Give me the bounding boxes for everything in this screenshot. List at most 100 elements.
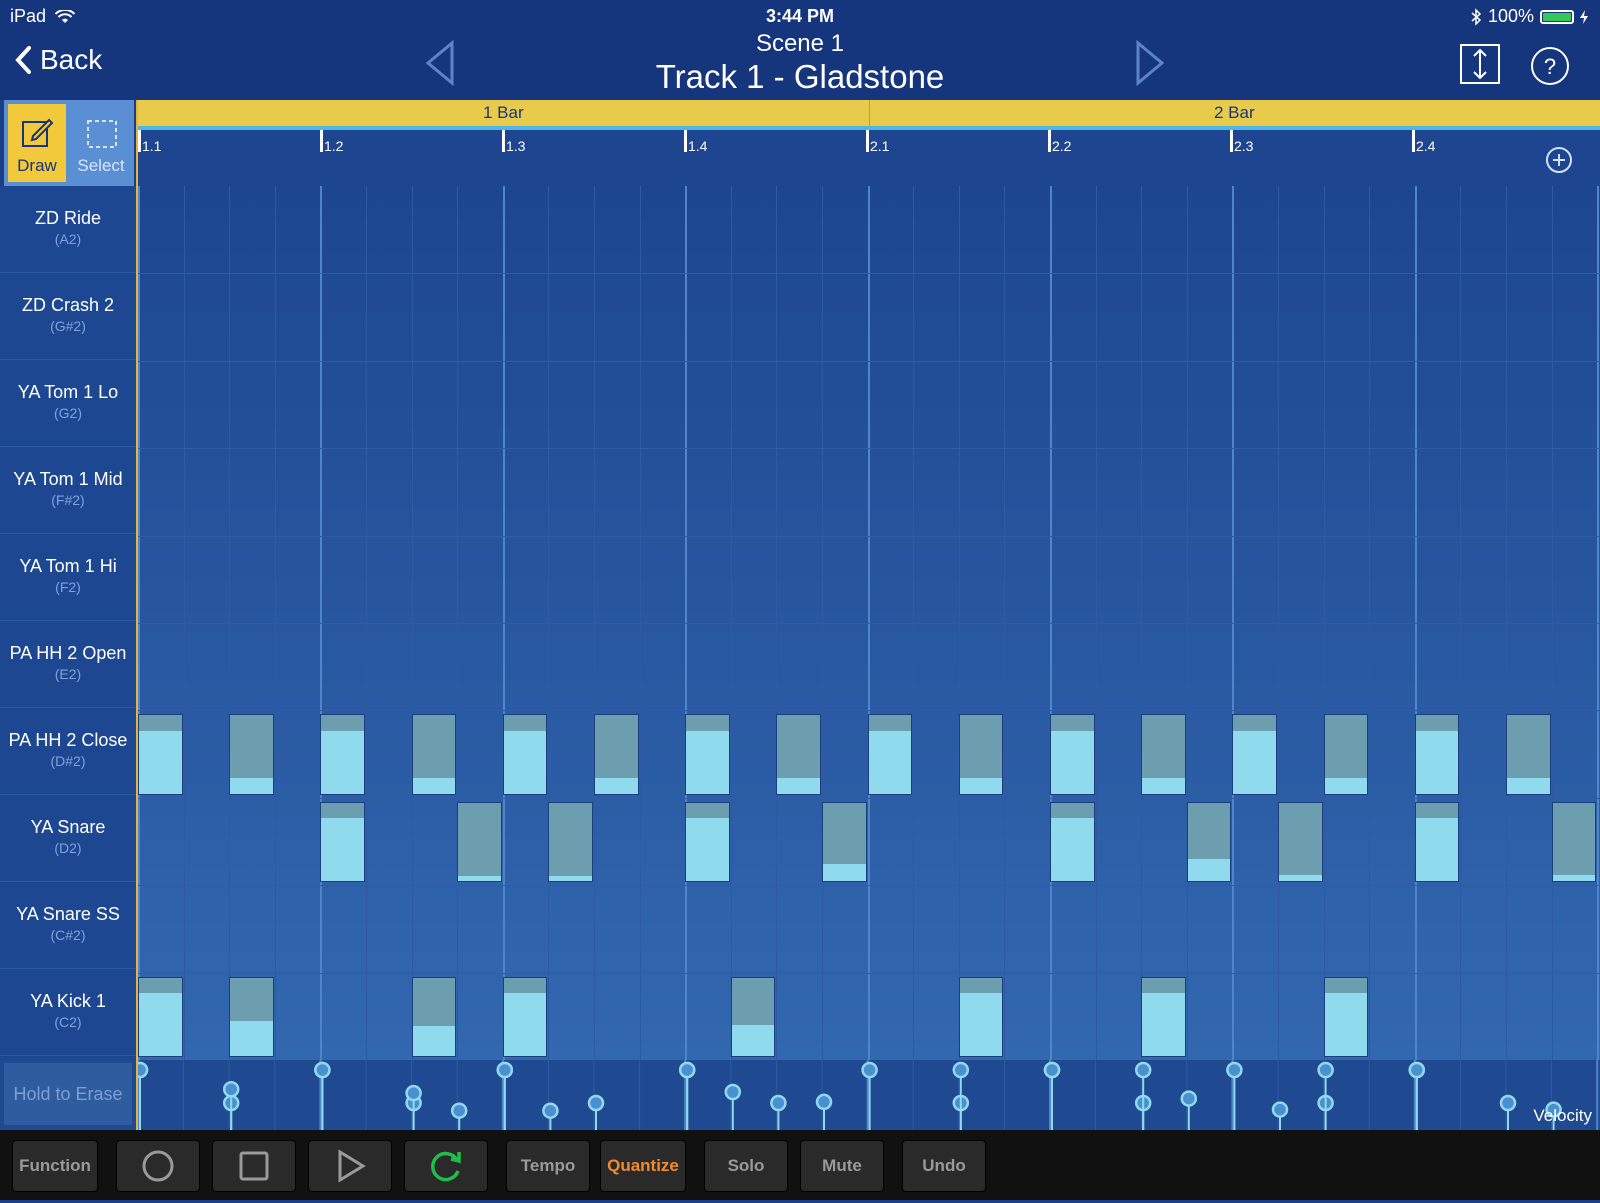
note-block[interactable] [730,976,776,1057]
note-block[interactable] [1323,714,1369,795]
instrument-row[interactable]: PA HH 2 Open (E2) [0,621,136,708]
note-velocity-fill [1142,778,1185,794]
note-block[interactable] [502,976,548,1057]
track-title: Track 1 - Gladstone [655,58,945,95]
note-block[interactable] [1506,714,1551,795]
note-velocity-fill [503,993,547,1056]
note-block[interactable] [411,976,457,1057]
instrument-row[interactable]: PA HH 2 Close (D#2) [0,708,136,795]
velocity-handle[interactable] [587,1094,605,1112]
instrument-row[interactable]: YA Kick 1 (C2) [0,969,136,1056]
note-block[interactable] [457,801,502,883]
next-triangle-icon[interactable] [1135,40,1165,86]
note-block[interactable] [320,714,365,795]
note-block[interactable] [1323,976,1369,1057]
record-circle-icon [142,1150,174,1182]
note-block[interactable] [1141,976,1186,1057]
velocity-handle[interactable] [770,1094,787,1112]
hold-to-erase-button[interactable]: Hold to Erase [4,1063,132,1125]
note-block[interactable] [685,801,730,883]
note-block[interactable] [320,801,365,883]
note-block[interactable] [776,714,821,795]
note-velocity-fill [1051,818,1094,882]
note-block[interactable] [1278,801,1323,883]
instrument-name: ZD Ride [34,208,101,228]
note-block[interactable] [867,714,913,795]
draw-tool-button[interactable]: Draw [8,104,66,182]
note-velocity-fill [777,778,820,794]
note-block[interactable] [1551,801,1597,883]
add-circle-icon[interactable] [1545,146,1573,174]
note-block[interactable] [138,714,183,795]
note-block[interactable] [958,976,1004,1057]
note-velocity-fill [868,731,912,794]
velocity-handle[interactable] [496,1061,514,1079]
velocity-handle[interactable] [1180,1090,1198,1107]
velocity-handle[interactable] [952,1061,970,1079]
note-velocity-fill [503,731,547,794]
instrument-note: (C#2) [50,927,86,943]
instrument-row[interactable]: ZD Crash 2 (G#2) [0,273,136,360]
velocity-handle[interactable] [542,1102,559,1119]
note-block[interactable] [1141,714,1186,795]
solo-button[interactable]: Solo [704,1140,788,1192]
note-block[interactable] [1050,801,1095,883]
note-block[interactable] [958,714,1004,795]
loop-button[interactable] [404,1140,488,1192]
mute-button[interactable]: Mute [800,1140,884,1192]
note-block[interactable] [548,801,593,883]
help-icon[interactable]: ? [1530,46,1570,86]
velocity-handle[interactable] [450,1102,468,1119]
velocity-handle[interactable] [222,1081,240,1098]
playhead-line [136,100,138,1130]
velocity-handle[interactable] [1317,1061,1334,1079]
function-button[interactable]: Function [12,1140,98,1192]
quantize-button[interactable]: Quantize [600,1140,686,1192]
instrument-row[interactable]: YA Tom 1 Hi (F2) [0,534,136,621]
undo-button[interactable]: Undo [902,1140,986,1192]
velocity-handle[interactable] [138,1061,149,1079]
velocity-handle[interactable] [1408,1061,1426,1079]
beat-ruler[interactable]: 1.1 1.2 1.3 1.4 2.1 2.2 2.3 2.4 [138,126,1600,186]
velocity-handle[interactable] [678,1061,696,1079]
velocity-handle[interactable] [1043,1061,1061,1079]
play-button[interactable] [308,1140,392,1192]
note-block[interactable] [502,714,548,795]
velocity-handle[interactable] [815,1093,833,1111]
note-block[interactable] [138,976,183,1057]
instrument-row[interactable]: YA Tom 1 Mid (F#2) [0,447,136,534]
row-gridline [138,448,1600,450]
note-block[interactable] [822,801,867,883]
bar-ruler[interactable]: 1 Bar 2 Bar [138,100,1600,126]
select-tool-button[interactable]: Select [72,104,130,182]
note-block[interactable] [1186,801,1232,883]
resize-vertical-icon[interactable] [1460,44,1500,84]
instrument-row[interactable]: ZD Ride (A2) [0,186,136,273]
velocity-handle[interactable] [1226,1061,1243,1079]
velocity-handle[interactable] [314,1061,331,1079]
tempo-button[interactable]: Tempo [506,1140,590,1192]
velocity-handle[interactable] [1134,1061,1152,1079]
velocity-handle[interactable] [1499,1094,1517,1112]
beat-tick [1230,130,1233,152]
stop-button[interactable] [212,1140,296,1192]
velocity-handle[interactable] [861,1061,878,1079]
note-block[interactable] [594,714,639,795]
note-block[interactable] [1414,801,1460,883]
velocity-handle[interactable] [405,1084,422,1102]
note-block[interactable] [229,714,274,795]
velocity-handle[interactable] [1271,1101,1289,1118]
velocity-handle[interactable] [724,1083,742,1101]
note-block[interactable] [1050,714,1095,795]
note-block[interactable] [1232,714,1277,795]
record-button[interactable] [116,1140,200,1192]
instrument-row[interactable]: YA Snare (D2) [0,795,136,882]
note-block[interactable] [411,714,457,795]
note-block[interactable] [685,714,730,795]
velocity-editor[interactable] [138,1060,1600,1130]
note-block[interactable] [229,976,274,1057]
note-grid[interactable] [138,186,1600,1060]
instrument-row[interactable]: YA Tom 1 Lo (G2) [0,360,136,447]
note-block[interactable] [1414,714,1460,795]
instrument-row[interactable]: YA Snare SS (C#2) [0,882,136,969]
